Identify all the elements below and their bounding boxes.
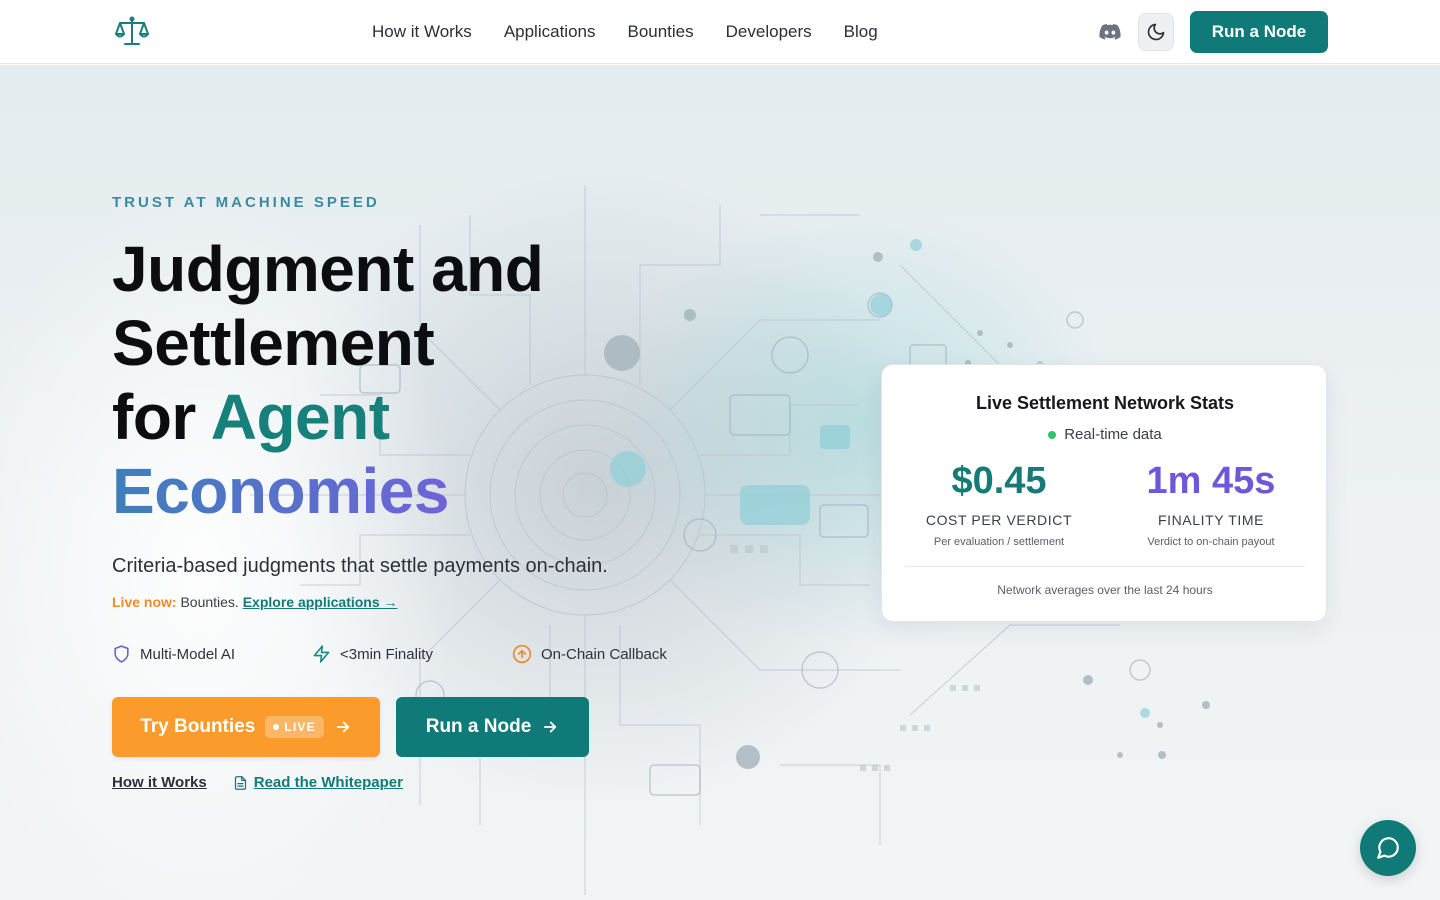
nav-blog[interactable]: Blog	[844, 22, 878, 42]
chat-button[interactable]	[1360, 820, 1416, 876]
headline-line-1: Judgment and	[112, 233, 544, 305]
stat-sublabel: Verdict to on-chain payout	[1147, 536, 1275, 548]
live-dot	[273, 724, 280, 730]
hero-eyebrow: TRUST AT MACHINE SPEED	[112, 194, 380, 211]
live-now-label: Live now:	[112, 594, 177, 610]
headline-for: for	[112, 381, 211, 453]
try-bounties-button[interactable]: Try Bounties LIVE	[112, 697, 380, 757]
nav-bounties[interactable]: Bounties	[627, 22, 693, 42]
nav-developers[interactable]: Developers	[726, 22, 812, 42]
realtime-label: Real-time data	[1064, 426, 1162, 443]
feature-finality: <3min Finality	[312, 644, 512, 664]
main-nav: How it Works Applications Bounties Devel…	[372, 0, 910, 64]
feature-list: Multi-Model AI <3min Finality On-Chain C…	[112, 644, 667, 664]
stat-label: COST PER VERDICT	[925, 512, 1073, 528]
how-it-works-link[interactable]: How it Works	[112, 774, 207, 791]
chat-bubble-icon	[1377, 837, 1399, 859]
feature-label: <3min Finality	[340, 645, 433, 663]
live-now-text: Bounties.	[176, 594, 243, 610]
whitepaper-link[interactable]: Read the Whitepaper	[233, 774, 403, 791]
stats-card-footer: Network averages over the last 24 hours	[997, 583, 1213, 597]
arrow-right-icon	[336, 721, 349, 733]
live-badge: LIVE	[265, 716, 324, 738]
realtime-indicator: Real-time data	[882, 426, 1328, 443]
hero-subtitle: Criteria-based judgments that settle pay…	[112, 555, 608, 577]
lightning-icon	[313, 645, 330, 663]
stat-value: $0.45	[951, 460, 1047, 502]
whitepaper-label: Read the Whitepaper	[253, 774, 403, 791]
live-badge-label: LIVE	[284, 720, 316, 734]
headline-economies: Economies	[112, 455, 449, 527]
top-header: How it Works Applications Bounties Devel…	[0, 0, 1440, 64]
run-node-button[interactable]: Run a Node	[396, 697, 589, 757]
feature-multi-model: Multi-Model AI	[112, 644, 312, 664]
document-icon	[234, 775, 246, 790]
headline-line-3: for Agent	[112, 380, 752, 454]
arrow-right-icon	[544, 721, 557, 733]
network-stats-card: Live Settlement Network Stats Real-time …	[881, 364, 1327, 622]
hero-headline: Judgment and Settlement for Agent Econom…	[112, 232, 752, 528]
feature-label: On-Chain Callback	[541, 645, 667, 663]
scales-logo-icon[interactable]	[114, 15, 150, 49]
live-now-line: Live now: Bounties. Explore applications…	[112, 594, 398, 610]
stat-finality-time: 1m 45s FINALITY TIME Verdict to on-chain…	[1100, 459, 1322, 548]
secondary-links: How it Works Read the Whitepaper	[112, 774, 403, 791]
explore-applications-link[interactable]: Explore applications →	[243, 594, 398, 610]
arrow-up-circle-icon	[512, 644, 532, 664]
nav-how-it-works[interactable]: How it Works	[372, 22, 472, 42]
moon-icon	[1147, 23, 1165, 41]
headline-line-4: Economies	[112, 454, 752, 528]
nav-applications[interactable]: Applications	[504, 22, 596, 42]
stat-label: FINALITY TIME	[1157, 512, 1265, 528]
stat-cost-per-verdict: $0.45 COST PER VERDICT Per evaluation / …	[888, 459, 1110, 548]
theme-toggle-button[interactable]	[1138, 13, 1174, 51]
header-run-node-button[interactable]: Run a Node	[1190, 11, 1328, 53]
feature-callback: On-Chain Callback	[512, 644, 667, 664]
try-bounties-label: Try Bounties	[140, 716, 256, 737]
stat-sublabel: Per evaluation / settlement	[933, 536, 1065, 548]
headline-agent: Agent	[210, 381, 390, 453]
card-divider	[905, 566, 1305, 567]
stats-card-title: Live Settlement Network Stats	[975, 393, 1235, 413]
headline-line-2: Settlement	[112, 307, 435, 379]
status-dot	[1048, 430, 1057, 439]
discord-icon[interactable]	[1092, 14, 1128, 50]
run-node-label: Run a Node	[425, 716, 532, 737]
feature-label: Multi-Model AI	[140, 645, 236, 663]
header-actions: Run a Node	[1092, 11, 1328, 53]
shield-icon	[114, 645, 129, 663]
stat-value: 1m 45s	[1146, 460, 1276, 502]
